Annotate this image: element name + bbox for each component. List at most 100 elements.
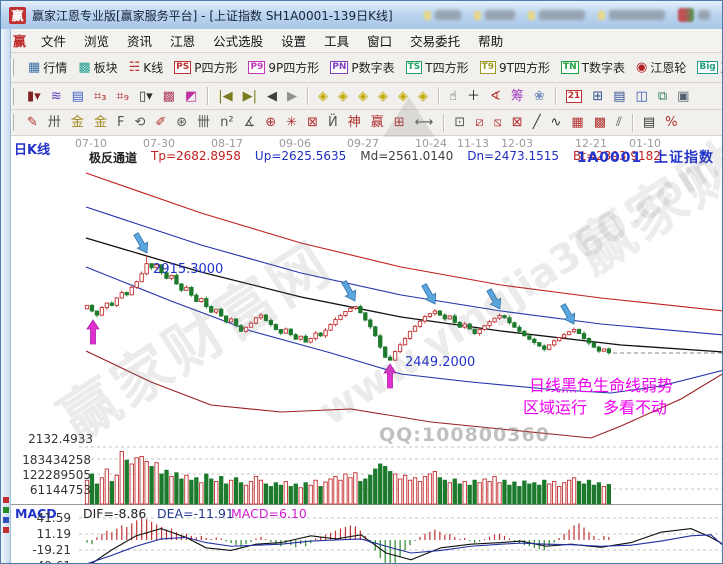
- title-bar[interactable]: 赢 赢家江恩专业版[赢家服务平台] - [上证指数 SH1A0001-139日K…: [1, 1, 722, 29]
- zoom-diamond-1[interactable]: ◈: [314, 89, 332, 104]
- docked-panel-tabs[interactable]: [1, 497, 10, 533]
- stats-bars-tool[interactable]: ▤: [639, 115, 659, 130]
- bars-3-icon[interactable]: ⌗₃: [90, 89, 111, 104]
- t-square-button[interactable]: TST四方形: [402, 58, 473, 77]
- p-square-button[interactable]: PSP四方形: [170, 58, 241, 77]
- t-number-table-button-label: T数字表: [582, 59, 625, 76]
- n-square-tool-glyph: n²: [220, 116, 233, 129]
- brain-icon-glyph: ❀: [534, 90, 545, 103]
- angle-measure-tool[interactable]: ∢: [486, 89, 505, 104]
- toolbar-grip[interactable]: [11, 114, 14, 131]
- price-grid-tool-glyph: 卅: [48, 116, 61, 129]
- gann-web-tool[interactable]: ✳: [282, 115, 301, 130]
- color-chart-icon[interactable]: ◩: [181, 89, 201, 104]
- bars-9-icon[interactable]: ⌗₉: [112, 89, 133, 104]
- ruler-grid-tool[interactable]: 卌: [193, 115, 214, 130]
- menu-item-4[interactable]: 公式选股: [204, 32, 272, 51]
- hand-tool[interactable]: ☝: [445, 89, 461, 104]
- menu-item-6[interactable]: 工具: [315, 32, 358, 51]
- menu-item-0[interactable]: 文件: [32, 32, 75, 51]
- measure-tool[interactable]: ⟷: [411, 115, 438, 130]
- toolbar-separator: [443, 114, 444, 132]
- report-icon[interactable]: ▤: [68, 89, 88, 104]
- numbered-grid-tool[interactable]: ▩: [590, 115, 610, 130]
- box-fan-tool[interactable]: ⧅: [490, 115, 506, 130]
- calendar-icon[interactable]: 21: [562, 89, 587, 104]
- parallel-lines-tool[interactable]: ⫽: [612, 115, 626, 130]
- quotes-button[interactable]: ▦行情: [24, 58, 71, 77]
- circle-cross-tool[interactable]: ⊕: [261, 115, 280, 130]
- kline-button[interactable]: ☵K线: [125, 58, 168, 77]
- win-grid-tool[interactable]: 赢: [367, 115, 388, 130]
- 9t-square-button[interactable]: T99T四方形: [476, 58, 554, 77]
- wave-icon[interactable]: ≋: [47, 89, 66, 104]
- toolbar-grip[interactable]: [11, 59, 14, 76]
- menu-item-3[interactable]: 江恩: [161, 32, 204, 51]
- fan-lines-tool[interactable]: ⧄: [471, 115, 487, 130]
- toolbar-grip[interactable]: [11, 88, 14, 105]
- menu-item-7[interactable]: 窗口: [358, 32, 401, 51]
- shen-grid-tool[interactable]: 神: [344, 115, 365, 130]
- t-number-table-button[interactable]: TNT数字表: [557, 58, 629, 77]
- percent-tool[interactable]: %: [661, 115, 681, 130]
- gann-wheel-button[interactable]: ◉江恩轮: [632, 58, 690, 77]
- brush-tool[interactable]: ✎: [23, 115, 42, 130]
- n-square-tool[interactable]: n²: [216, 115, 237, 130]
- 9p-square-button[interactable]: P99P四方形: [244, 58, 323, 77]
- next-page-button[interactable]: ▶: [283, 89, 301, 104]
- blurred-plugin-badge: [678, 8, 710, 22]
- menu-item-1[interactable]: 浏览: [75, 32, 118, 51]
- save-icon[interactable]: ◫: [632, 89, 652, 104]
- chip-distribution-icon[interactable]: ▩: [159, 89, 179, 104]
- gann-box-tool[interactable]: ⊠: [508, 115, 527, 130]
- f-grid-tool[interactable]: F: [113, 115, 128, 130]
- zoom-diamond-3[interactable]: ◈: [354, 89, 372, 104]
- gann-clock-tool[interactable]: ⊛: [172, 115, 191, 130]
- circle-cross-tool-glyph: ⊕: [265, 116, 276, 129]
- trend-line-tool[interactable]: ╱: [529, 115, 545, 130]
- zoom-diamond-5[interactable]: ◈: [394, 89, 412, 104]
- zoom-diamond-2[interactable]: ◈: [334, 89, 352, 104]
- menu-item-8[interactable]: 交易委托: [401, 32, 469, 51]
- number-grid-tool[interactable]: ⊞: [390, 115, 409, 130]
- notepad-icon[interactable]: ▤: [609, 89, 629, 104]
- price-grid-tool[interactable]: 卅: [44, 115, 65, 130]
- grid-tool[interactable]: ▦: [567, 115, 587, 130]
- calendar-icon-icon: 21: [566, 90, 583, 103]
- bars-9-icon-glyph: ⌗₉: [116, 90, 129, 103]
- gold-grid-tool[interactable]: 金: [67, 115, 88, 130]
- angle-mirror-tool[interactable]: ∡: [240, 115, 260, 130]
- zoom-diamond-4[interactable]: ◈: [374, 89, 392, 104]
- kline-canvas[interactable]: [1, 136, 723, 564]
- kline-style-dropdown[interactable]: ▮▾: [23, 89, 45, 104]
- prev-page-button[interactable]: ◀: [263, 89, 281, 104]
- export-icon[interactable]: ⧉: [654, 89, 671, 104]
- chip-tool[interactable]: 筹: [507, 89, 528, 104]
- zigzag-tool[interactable]: ∿: [547, 115, 566, 130]
- marker-pen-tool[interactable]: ✐: [151, 115, 170, 130]
- last-page-button[interactable]: ▶|: [239, 89, 261, 104]
- first-page-button[interactable]: |◀: [214, 89, 236, 104]
- trend-line-tool-glyph: ╱: [533, 116, 541, 129]
- blurred-plugin-badge: [598, 10, 665, 20]
- macd-axis-label: -49.61: [9, 559, 71, 564]
- menu-item-2[interactable]: 资讯: [118, 32, 161, 51]
- candle-type-dropdown[interactable]: ▯▾: [135, 89, 157, 104]
- square-web-tool[interactable]: ⊠: [303, 115, 322, 130]
- p-number-table-button[interactable]: PNP数字表: [326, 58, 398, 77]
- menu-logo-icon: 赢: [13, 31, 26, 50]
- calculator-icon[interactable]: ⊞: [588, 89, 607, 104]
- gold-grid-tool-2[interactable]: 金: [90, 115, 111, 130]
- zoom-diamond-4-glyph: ◈: [378, 90, 388, 103]
- menu-item-5[interactable]: 设置: [272, 32, 315, 51]
- big-winner-button[interactable]: Big赢家: [693, 58, 722, 77]
- print-icon[interactable]: ▣: [673, 89, 693, 104]
- menu-item-9[interactable]: 帮助: [469, 32, 512, 51]
- h-mark-tool[interactable]: Ӥ: [324, 115, 342, 130]
- brain-icon[interactable]: ❀: [530, 89, 549, 104]
- zoom-diamond-6[interactable]: ◈: [414, 89, 432, 104]
- crosshair-tool[interactable]: ＋: [463, 89, 484, 104]
- box-tool[interactable]: ⊡: [450, 115, 469, 130]
- sectors-button[interactable]: ▩板块: [74, 58, 121, 77]
- spiral-tool[interactable]: ⟲: [130, 115, 149, 130]
